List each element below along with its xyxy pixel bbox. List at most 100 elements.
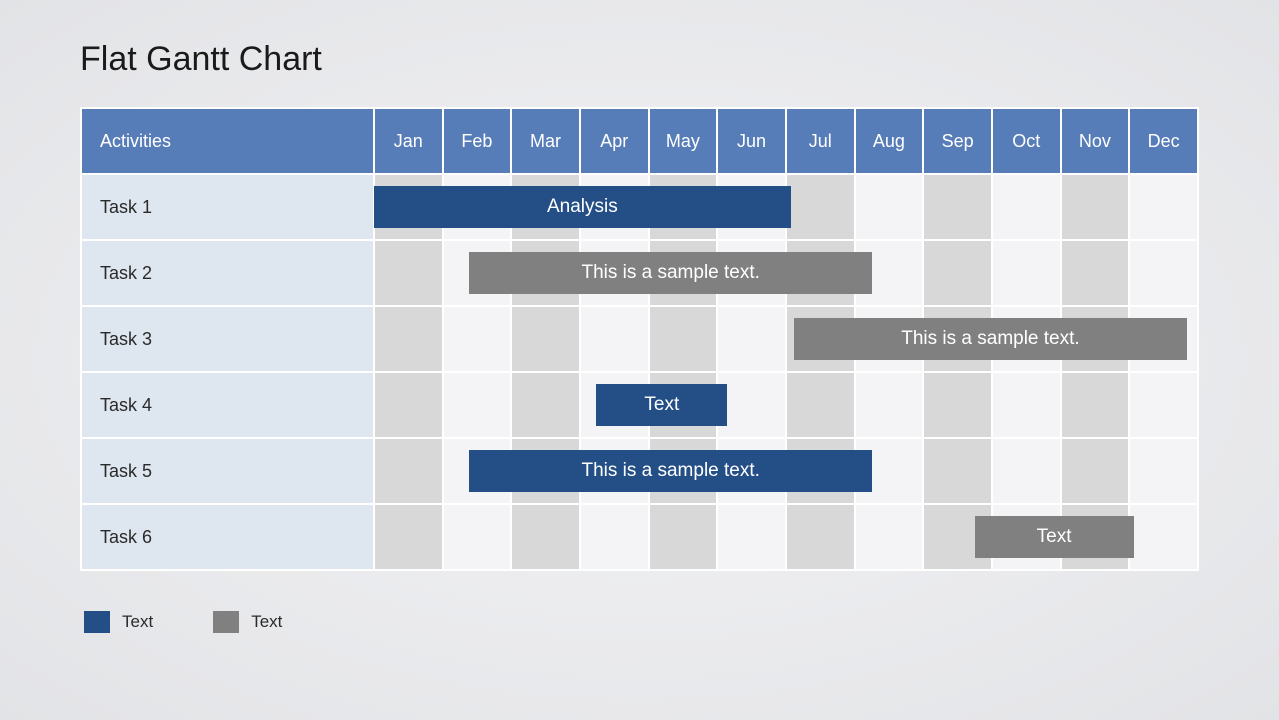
grid-cell [374, 174, 443, 240]
grid-cell [992, 438, 1061, 504]
grid-cell [443, 504, 512, 570]
grid-cell [717, 174, 786, 240]
grid-cell [992, 306, 1061, 372]
grid-cell [855, 504, 924, 570]
grid-cell [649, 504, 718, 570]
grid-cell [511, 372, 580, 438]
grid-cell [443, 174, 512, 240]
grid-cell [717, 504, 786, 570]
month-header-jul: Jul [786, 108, 855, 174]
grid-cell [992, 240, 1061, 306]
grid-cell [443, 240, 512, 306]
grid-cell [649, 306, 718, 372]
month-header-jan: Jan [374, 108, 443, 174]
grid-cell [1129, 504, 1198, 570]
grid-cell [374, 372, 443, 438]
month-header-mar: Mar [511, 108, 580, 174]
month-header-may: May [649, 108, 718, 174]
grid-cell [580, 504, 649, 570]
legend-item-blue: Text [84, 611, 153, 633]
grid-cell [511, 504, 580, 570]
task-label: Task 4 [81, 372, 374, 438]
grid-cell [855, 240, 924, 306]
grid-cell [717, 372, 786, 438]
grid-cell [786, 438, 855, 504]
grid-cell [717, 306, 786, 372]
legend: Text Text [80, 611, 1199, 633]
grid-cell [511, 174, 580, 240]
activities-header: Activities [81, 108, 374, 174]
legend-item-gray: Text [213, 611, 282, 633]
grid-cell [649, 174, 718, 240]
grid-cell [580, 240, 649, 306]
task-label: Task 6 [81, 504, 374, 570]
grid-cell [374, 240, 443, 306]
grid-cell [923, 174, 992, 240]
grid-cell [511, 438, 580, 504]
grid-cell [855, 174, 924, 240]
task-label: Task 5 [81, 438, 374, 504]
grid-cell [786, 240, 855, 306]
grid-cell [443, 438, 512, 504]
grid-cell [1129, 306, 1198, 372]
grid-cell [786, 372, 855, 438]
grid-cell [580, 174, 649, 240]
grid-cell [443, 372, 512, 438]
grid-cell [1061, 372, 1130, 438]
gantt-table: Activities JanFebMarAprMayJunJulAugSepOc… [80, 107, 1199, 571]
month-header-dec: Dec [1129, 108, 1198, 174]
month-header-jun: Jun [717, 108, 786, 174]
grid-cell [923, 306, 992, 372]
month-header-feb: Feb [443, 108, 512, 174]
gantt-chart: Activities JanFebMarAprMayJunJulAugSepOc… [80, 107, 1199, 571]
grid-cell [374, 438, 443, 504]
legend-swatch-gray [213, 611, 239, 633]
grid-cell [923, 372, 992, 438]
grid-cell [717, 438, 786, 504]
grid-cell [786, 174, 855, 240]
task-label: Task 1 [81, 174, 374, 240]
month-header-aug: Aug [855, 108, 924, 174]
grid-cell [580, 438, 649, 504]
grid-cell [923, 438, 992, 504]
grid-cell [374, 306, 443, 372]
table-row: Task 3 [81, 306, 1198, 372]
table-row: Task 2 [81, 240, 1198, 306]
legend-label: Text [251, 612, 282, 632]
table-row: Task 5 [81, 438, 1198, 504]
grid-cell [923, 504, 992, 570]
page-title: Flat Gantt Chart [80, 40, 1199, 79]
grid-cell [649, 372, 718, 438]
grid-cell [1061, 438, 1130, 504]
grid-cell [1129, 174, 1198, 240]
month-header-apr: Apr [580, 108, 649, 174]
grid-cell [1129, 438, 1198, 504]
month-header-oct: Oct [992, 108, 1061, 174]
grid-cell [649, 240, 718, 306]
table-row: Task 4 [81, 372, 1198, 438]
grid-cell [786, 504, 855, 570]
grid-cell [1061, 306, 1130, 372]
grid-cell [992, 504, 1061, 570]
grid-cell [580, 372, 649, 438]
grid-cell [1061, 240, 1130, 306]
grid-cell [1129, 372, 1198, 438]
task-label: Task 2 [81, 240, 374, 306]
grid-cell [855, 372, 924, 438]
grid-cell [786, 306, 855, 372]
grid-cell [992, 372, 1061, 438]
table-row: Task 6 [81, 504, 1198, 570]
legend-label: Text [122, 612, 153, 632]
grid-cell [511, 306, 580, 372]
grid-cell [374, 504, 443, 570]
grid-cell [649, 438, 718, 504]
grid-cell [717, 240, 786, 306]
grid-cell [855, 306, 924, 372]
grid-cell [923, 240, 992, 306]
legend-swatch-blue [84, 611, 110, 633]
month-header-sep: Sep [923, 108, 992, 174]
grid-cell [1061, 504, 1130, 570]
month-header-nov: Nov [1061, 108, 1130, 174]
grid-cell [1129, 240, 1198, 306]
task-label: Task 3 [81, 306, 374, 372]
